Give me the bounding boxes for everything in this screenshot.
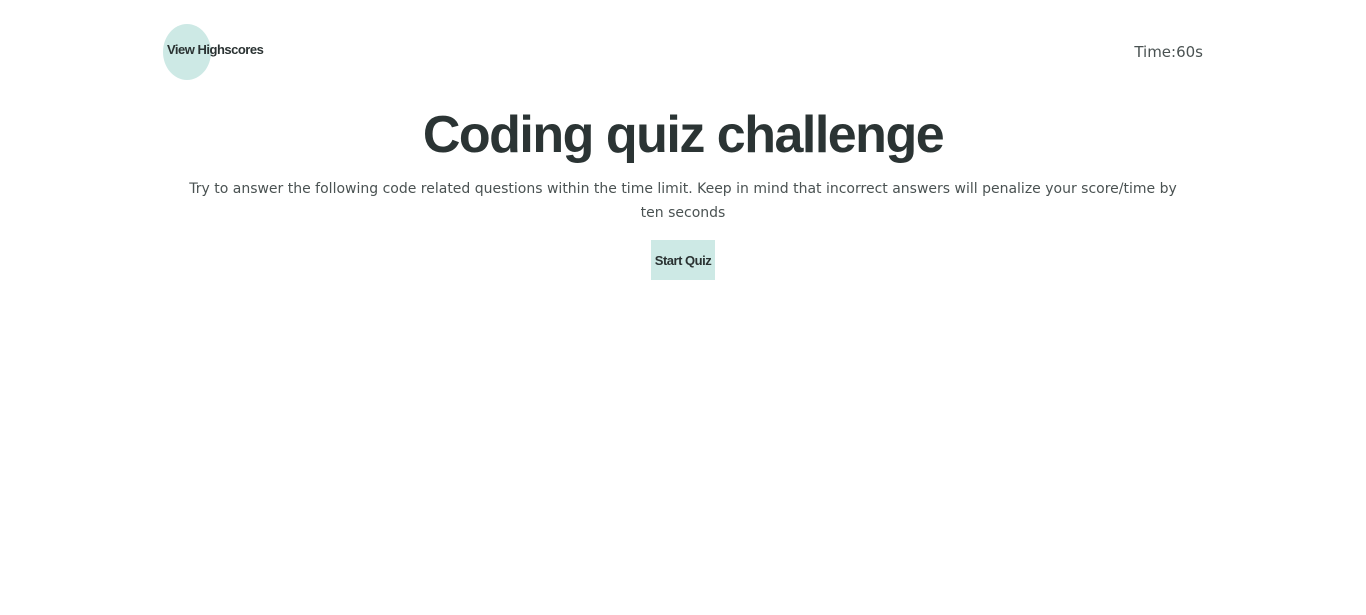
- start-quiz-button[interactable]: Start Quiz: [651, 240, 715, 280]
- timer: Time:60s: [1134, 43, 1203, 61]
- timer-value: 60s: [1176, 43, 1203, 61]
- view-highscores-label: View Highscores: [167, 42, 264, 57]
- header: View Highscores Time:60s: [163, 24, 1203, 80]
- quiz-description: Try to answer the following code related…: [189, 181, 1177, 221]
- timer-label: Time:: [1134, 43, 1177, 61]
- page-title: Coding quiz challenge: [422, 106, 945, 164]
- view-highscores-button[interactable]: View Highscores: [163, 24, 264, 80]
